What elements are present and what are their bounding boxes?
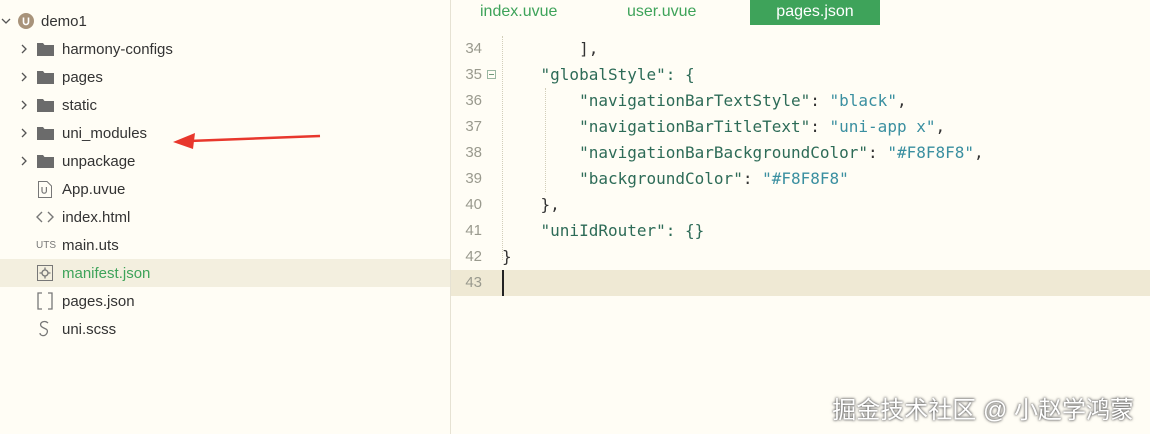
tree-item-label: uni_modules: [62, 124, 148, 142]
tab-index-uvue[interactable]: index.uvue: [480, 0, 557, 25]
tree-item-label: static: [62, 96, 98, 114]
scss-file-icon: [36, 320, 54, 338]
code-text: },: [502, 195, 560, 214]
tree-item-label: pages: [62, 68, 103, 86]
code-line[interactable]: 35 "globalStyle": {: [451, 62, 1150, 88]
watermark: 掘金技术社区 @ 小赵学鸿蒙: [832, 397, 1134, 424]
folder-icon: [36, 40, 54, 58]
project-explorer: demo1 harmony-configs pages static uni_m…: [0, 0, 450, 434]
code-text: "navigationBarTextStyle": "black",: [502, 91, 907, 110]
tree-file-pages-json[interactable]: pages.json: [0, 287, 450, 315]
chevron-right-icon[interactable]: [18, 99, 30, 111]
tree-item-label: harmony-configs: [62, 40, 173, 58]
tree-item-label: main.uts: [62, 236, 119, 254]
code-line[interactable]: 34 ],: [451, 36, 1150, 62]
tree-file-main-uts[interactable]: UTS main.uts: [0, 231, 450, 259]
code-text: "uniIdRouter": {}: [502, 221, 705, 240]
uts-file-icon: UTS: [36, 239, 56, 251]
tree-folder-unpackage[interactable]: unpackage: [0, 147, 450, 175]
uvue-file-icon: [36, 180, 54, 198]
code-text: "navigationBarTitleText": "uni-app x",: [502, 117, 946, 136]
line-number: 39: [465, 170, 482, 187]
code-line[interactable]: 36 "navigationBarTextStyle": "black",: [451, 88, 1150, 114]
tree-item-label: uni.scss: [62, 320, 117, 338]
tree-folder-pages[interactable]: pages: [0, 63, 450, 91]
code-text: }: [502, 247, 512, 266]
line-number: 36: [465, 92, 482, 109]
line-number: 35: [465, 66, 482, 83]
fold-collapse-icon[interactable]: [487, 70, 496, 79]
code-line[interactable]: 38 "navigationBarBackgroundColor": "#F8F…: [451, 140, 1150, 166]
code-line[interactable]: 42 }: [451, 244, 1150, 270]
code-editor[interactable]: index.uvue user.uvue pages.json 34 ], 35…: [451, 0, 1150, 434]
code-line[interactable]: 40 },: [451, 192, 1150, 218]
line-number: 41: [465, 222, 482, 239]
tree-item-label: unpackage: [62, 152, 136, 170]
code-line[interactable]: 37 "navigationBarTitleText": "uni-app x"…: [451, 114, 1150, 140]
chevron-right-icon[interactable]: [18, 155, 30, 167]
folder-icon: [36, 96, 54, 114]
chevron-right-icon[interactable]: [18, 71, 30, 83]
editor-tabs: index.uvue user.uvue pages.json: [451, 0, 1150, 25]
tree-item-label: manifest.json: [62, 264, 151, 282]
code-text: "navigationBarBackgroundColor": "#F8F8F8…: [502, 143, 984, 162]
tree-file-uni-scss[interactable]: uni.scss: [0, 315, 450, 343]
json-file-icon: [36, 292, 54, 310]
manifest-file-icon: [36, 264, 54, 282]
line-number: 43: [465, 274, 482, 291]
text-cursor: [502, 270, 504, 296]
folder-icon: [36, 124, 54, 142]
tree-folder-static[interactable]: static: [0, 91, 450, 119]
tab-pages-json[interactable]: pages.json: [750, 0, 880, 25]
line-number: 40: [465, 196, 482, 213]
line-number: 34: [465, 40, 482, 57]
code-text: "backgroundColor": "#F8F8F8": [502, 169, 849, 188]
tree-item-label: App.uvue: [62, 180, 126, 198]
tree-item-label: pages.json: [62, 292, 135, 310]
code-text: "globalStyle": {: [502, 65, 695, 84]
project-root-demo1[interactable]: demo1: [0, 7, 450, 35]
folder-icon: [36, 152, 54, 170]
chevron-right-icon[interactable]: [18, 43, 30, 55]
html-file-icon: [36, 208, 54, 226]
chevron-right-icon[interactable]: [18, 127, 30, 139]
code-line[interactable]: 39 "backgroundColor": "#F8F8F8": [451, 166, 1150, 192]
tree-folder-harmony-configs[interactable]: harmony-configs: [0, 35, 450, 63]
line-number: 38: [465, 144, 482, 161]
line-number: 42: [465, 248, 482, 265]
code-text: ],: [502, 39, 599, 58]
chevron-down-icon[interactable]: [0, 15, 12, 27]
project-icon: [17, 12, 35, 30]
line-number: 37: [465, 118, 482, 135]
tree-file-manifest-json[interactable]: manifest.json: [0, 259, 450, 287]
project-name: demo1: [41, 12, 87, 30]
tab-user-uvue[interactable]: user.uvue: [627, 0, 696, 25]
code-line[interactable]: 41 "uniIdRouter": {}: [451, 218, 1150, 244]
tree-item-label: index.html: [62, 208, 131, 226]
code-line-current[interactable]: 43: [451, 270, 1150, 296]
folder-icon: [36, 68, 54, 86]
tree-file-index-html[interactable]: index.html: [0, 203, 450, 231]
tree-file-app-uvue[interactable]: App.uvue: [0, 175, 450, 203]
annotation-arrow: [173, 133, 321, 149]
